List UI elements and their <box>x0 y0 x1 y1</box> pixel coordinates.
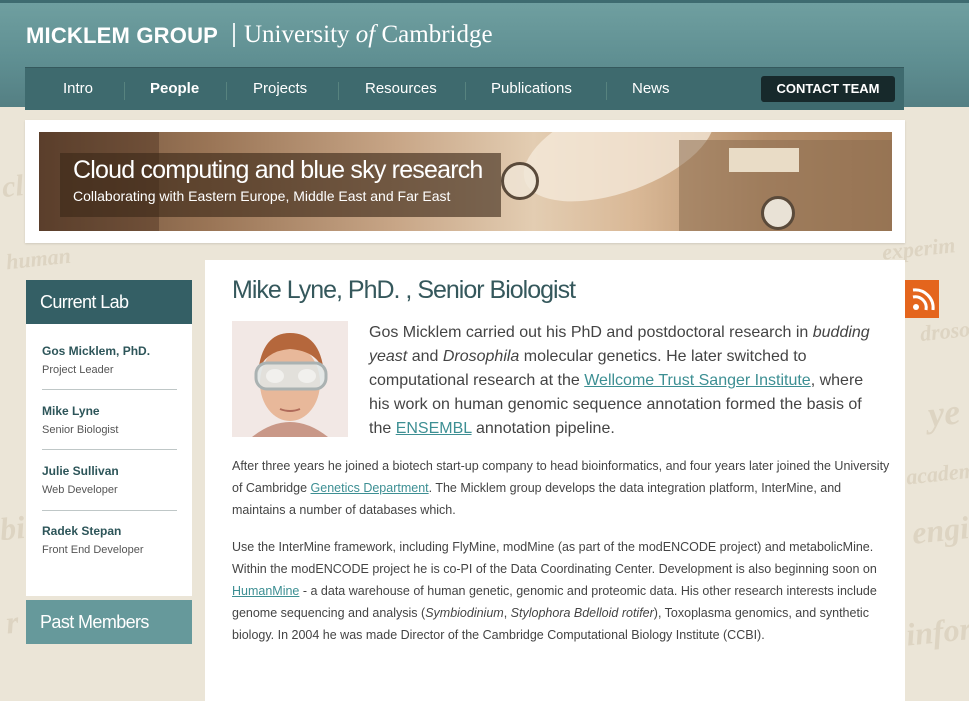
bg-word: engi <box>910 509 969 551</box>
nav-divider <box>226 82 227 100</box>
rss-icon <box>912 288 935 311</box>
banner-photo-knob <box>501 162 539 200</box>
intro-text: annotation pipeline. <box>471 420 615 437</box>
lab-member[interactable]: Julie Sullivan Web Developer <box>42 464 177 496</box>
nav-publications[interactable]: Publications <box>491 80 572 97</box>
member-divider <box>42 510 177 511</box>
member-divider <box>42 449 177 450</box>
bg-word: bi <box>0 508 27 548</box>
sanger-institute-link[interactable]: Wellcome Trust Sanger Institute <box>584 372 810 389</box>
lab-member[interactable]: Radek Stepan Front End Developer <box>42 524 177 556</box>
bg-word: r <box>4 603 21 641</box>
member-divider <box>42 389 177 390</box>
banner-photo-label <box>729 148 799 172</box>
university-pre: University <box>244 21 356 48</box>
page-title: Mike Lyne, PhD. , Senior Biologist <box>232 276 576 304</box>
bio-emphasis: Stylophora Bdelloid rotifer <box>510 606 654 620</box>
nav-divider <box>606 82 607 100</box>
bio-paragraph: After three years he joined a biotech st… <box>232 455 892 521</box>
main-nav: Intro People Projects Resources Publicat… <box>25 67 904 110</box>
banner-subtitle: Collaborating with Eastern Europe, Middl… <box>73 188 451 204</box>
bg-word: academia <box>904 455 969 490</box>
intro-emphasis: Drosophila <box>442 348 520 365</box>
banner-image[interactable]: Cloud computing and blue sky research Co… <box>39 132 892 231</box>
bio-text: , <box>503 606 511 620</box>
nav-divider <box>465 82 466 100</box>
bg-word: cl <box>0 168 26 205</box>
current-lab-heading[interactable]: Current Lab <box>26 280 192 324</box>
nav-projects[interactable]: Projects <box>253 80 307 97</box>
member-name[interactable]: Julie Sullivan <box>42 464 177 478</box>
member-role: Web Developer <box>42 484 118 496</box>
ensembl-link[interactable]: ENSEMBL <box>396 420 472 437</box>
bio-emphasis: Symbiodinium <box>425 606 504 620</box>
genetics-department-link[interactable]: Genetics Department <box>311 481 429 495</box>
intro-paragraph: Gos Micklem carried out his PhD and post… <box>369 321 885 441</box>
university-of: of <box>355 21 376 48</box>
lab-member[interactable]: Gos Micklem, PhD. Project Leader <box>42 344 177 376</box>
bg-word: ye <box>925 391 962 435</box>
rss-button[interactable] <box>905 280 939 318</box>
bg-word: inform <box>904 607 969 653</box>
nav-intro[interactable]: Intro <box>63 80 93 97</box>
member-role: Senior Biologist <box>42 424 119 436</box>
nav-people[interactable]: People <box>150 80 199 97</box>
nav-resources[interactable]: Resources <box>365 80 437 97</box>
member-name[interactable]: Gos Micklem, PhD. <box>42 344 177 358</box>
member-role: Project Leader <box>42 364 114 376</box>
nav-divider <box>124 82 125 100</box>
past-members-heading[interactable]: Past Members <box>26 600 192 644</box>
current-lab-list: Gos Micklem, PhD. Project Leader Mike Ly… <box>26 324 192 596</box>
bio-paragraph: Use the InterMine framework, including F… <box>232 536 892 646</box>
contact-team-button[interactable]: CONTACT TEAM <box>761 76 895 102</box>
university-name[interactable]: University of Cambridge <box>244 21 493 49</box>
university-post: Cambridge <box>375 21 493 48</box>
lab-member[interactable]: Mike Lyne Senior Biologist <box>42 404 177 436</box>
intro-text: and <box>407 348 443 365</box>
banner-photo-knob <box>761 196 795 230</box>
brand-divider <box>233 23 235 47</box>
nav-news[interactable]: News <box>632 80 670 97</box>
banner-frame: Cloud computing and blue sky research Co… <box>25 120 905 243</box>
humanmine-link[interactable]: HumanMine <box>232 584 299 598</box>
site-header: MICKLEM GROUP University of Cambridge In… <box>0 0 969 110</box>
bg-word: drosop <box>918 314 969 347</box>
member-name[interactable]: Radek Stepan <box>42 524 177 538</box>
main-content: Mike Lyne, PhD. , Senior Biologist Gos M… <box>205 260 905 701</box>
bg-word: human <box>4 242 72 275</box>
portrait-illustration <box>232 321 348 437</box>
member-role: Front End Developer <box>42 544 144 556</box>
bio-text: Use the InterMine framework, including F… <box>232 540 877 576</box>
banner-title: Cloud computing and blue sky research <box>73 156 483 184</box>
brand-logo[interactable]: MICKLEM GROUP <box>26 23 218 49</box>
intro-text: Gos Micklem carried out his PhD and post… <box>369 324 813 341</box>
member-name[interactable]: Mike Lyne <box>42 404 177 418</box>
profile-photo <box>232 321 348 437</box>
nav-divider <box>338 82 339 100</box>
